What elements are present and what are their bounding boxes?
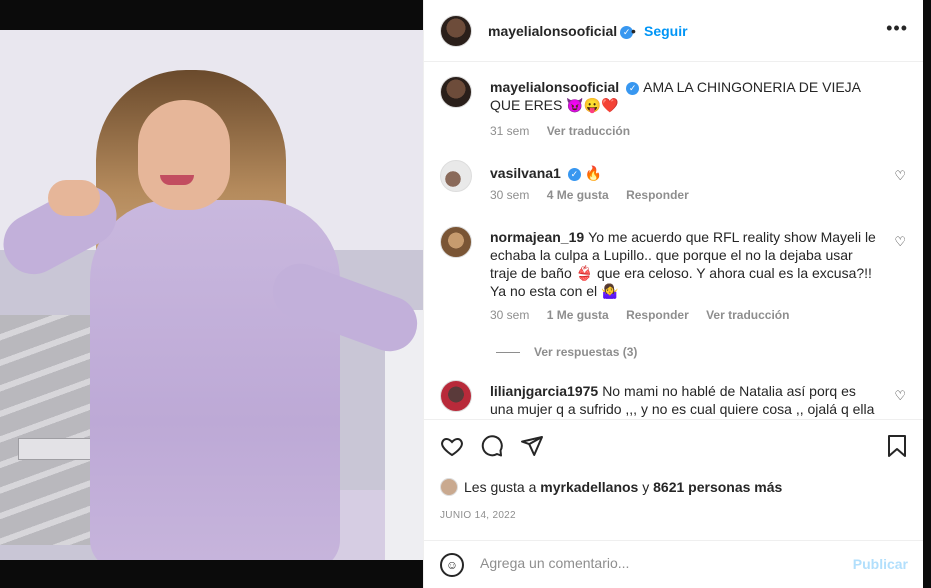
author-avatar[interactable] bbox=[440, 15, 472, 47]
separator-dot: • bbox=[631, 23, 636, 39]
liker-avatar bbox=[440, 478, 458, 496]
comments-list[interactable]: mayelialonsooficial ✓ AMA LA CHINGONERIA D… bbox=[424, 62, 924, 420]
bookmark-icon[interactable] bbox=[886, 434, 908, 465]
caption-time: 31 sem bbox=[490, 124, 530, 138]
comment-like-heart-icon[interactable]: ♡ bbox=[894, 388, 906, 404]
backdrop-right bbox=[923, 0, 931, 588]
post-date: JUNIO 14, 2022 bbox=[440, 510, 516, 521]
post-actions bbox=[424, 420, 924, 478]
comment-username[interactable]: vasilvana1 bbox=[490, 165, 561, 181]
caption-translate-link[interactable]: Ver traducción bbox=[547, 124, 630, 138]
comment-username[interactable]: lilianjgarcia1975 bbox=[490, 383, 598, 399]
likes-summary[interactable]: Les gusta a myrkadellanos y 8621 persona… bbox=[440, 478, 782, 496]
reply-button[interactable]: Responder bbox=[626, 308, 689, 322]
comment-translate-link[interactable]: Ver traducción bbox=[706, 308, 789, 322]
likes-count[interactable]: 8621 personas más bbox=[653, 479, 782, 495]
caption-avatar[interactable] bbox=[440, 76, 472, 108]
comment-text: 🔥 bbox=[584, 165, 603, 181]
verified-badge-icon: ✓ bbox=[567, 168, 581, 181]
comment-like-heart-icon[interactable]: ♡ bbox=[894, 168, 906, 184]
more-options-icon[interactable]: ••• bbox=[886, 18, 908, 39]
comment-composer: ☺ Publicar bbox=[424, 540, 924, 588]
verified-badge-icon: ✓ bbox=[626, 82, 640, 95]
comment-avatar[interactable] bbox=[440, 380, 472, 412]
comment-icon[interactable] bbox=[480, 434, 504, 465]
comment-username[interactable]: normajean_19 bbox=[490, 229, 584, 245]
replies-line bbox=[496, 352, 520, 354]
publish-button[interactable]: Publicar bbox=[853, 556, 908, 572]
share-icon[interactable] bbox=[520, 434, 544, 465]
comment-avatar[interactable] bbox=[440, 160, 472, 192]
liker-username[interactable]: myrkadellanos bbox=[540, 479, 638, 495]
caption-username[interactable]: mayelialonsooficial bbox=[490, 79, 619, 95]
heart-icon[interactable] bbox=[440, 434, 464, 465]
view-replies-button[interactable]: Ver respuestas (3) bbox=[496, 345, 637, 359]
comment-like-heart-icon[interactable]: ♡ bbox=[894, 234, 906, 250]
post-header: mayelialonsooficial ✓ • Seguir ••• bbox=[424, 0, 924, 62]
instagram-post-modal: mayelialonsooficial ✓ • Seguir ••• mayeli… bbox=[0, 0, 931, 588]
post-photo[interactable] bbox=[0, 30, 423, 560]
backdrop-top bbox=[0, 0, 423, 30]
comment-likes[interactable]: 1 Me gusta bbox=[547, 308, 609, 322]
backdrop-bottom bbox=[0, 560, 423, 588]
comment-time: 30 sem bbox=[490, 308, 530, 322]
comment-avatar[interactable] bbox=[440, 226, 472, 258]
reply-button[interactable]: Responder bbox=[626, 188, 689, 202]
comment-likes[interactable]: 4 Me gusta bbox=[547, 188, 609, 202]
emoji-icon[interactable]: ☺ bbox=[440, 553, 464, 577]
comment-input[interactable] bbox=[480, 555, 840, 571]
comment-time: 30 sem bbox=[490, 188, 530, 202]
post-side-panel: mayelialonsooficial ✓ • Seguir ••• mayeli… bbox=[423, 0, 924, 588]
follow-button[interactable]: Seguir bbox=[644, 23, 688, 39]
author-username[interactable]: mayelialonsooficial bbox=[488, 23, 617, 39]
